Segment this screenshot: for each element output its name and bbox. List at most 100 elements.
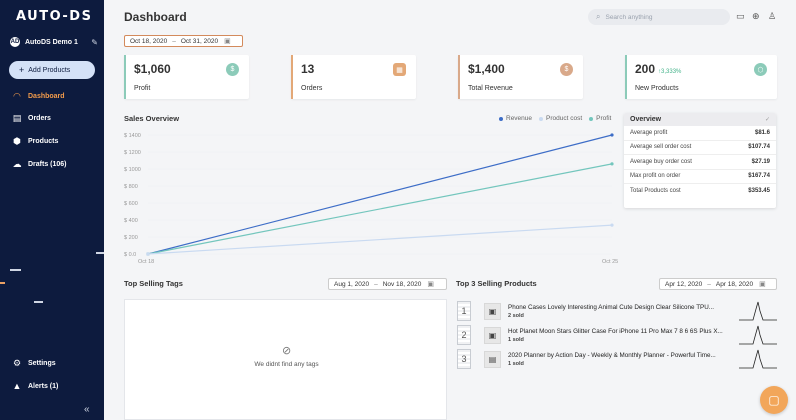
data-point[interactable]	[610, 162, 614, 166]
tags-date-range-picker[interactable]: Aug 1, 2020 – Nov 18, 2020 ▣	[328, 278, 447, 290]
date-range-picker[interactable]: Oct 18, 2020 – Oct 31, 2020 ▣	[124, 35, 243, 47]
clipboard-icon: ▦	[393, 63, 406, 76]
products-date-range-picker[interactable]: Apr 12, 2020 – Apr 18, 2020 ▣	[659, 278, 777, 290]
sidebar-item-drafts[interactable]: ☁ Drafts (106)	[12, 158, 67, 170]
overview-panel: Overview ✓ Average profit $81.6 Average s…	[624, 113, 776, 208]
y-tick-label: $ 1200	[124, 150, 141, 156]
sidebar-item-dashboard[interactable]: ◠ Dashboard	[12, 90, 65, 102]
edit-icon[interactable]: ✓	[765, 116, 770, 123]
product-row[interactable]: 2 ▣ Hot Planet Moon Stars Glitter Case F…	[455, 325, 777, 345]
store-avatar: AD	[10, 37, 20, 47]
card-accent	[625, 55, 627, 99]
collapse-sidebar-icon[interactable]: «	[84, 404, 90, 415]
legend-item-revenue[interactable]: Revenue	[499, 115, 532, 122]
series-line-revenue	[147, 134, 613, 255]
stat-label: New Products	[635, 85, 679, 92]
data-point[interactable]	[610, 223, 614, 227]
sidebar: AUTO-DS AD AutoDS Demo 1 ✎ + Add Product…	[0, 0, 104, 420]
support-chat-button[interactable]: ▢	[760, 386, 788, 414]
empty-state-text: We didnt find any tags	[254, 361, 319, 368]
stat-value: $1,400	[468, 62, 505, 76]
product-row[interactable]: 3 ▤ 2020 Planner by Action Day - Weekly …	[455, 349, 777, 369]
overview-label: Average sell order cost	[630, 144, 692, 151]
store-selector[interactable]: AD AutoDS Demo 1 ✎	[10, 36, 98, 48]
sidebar-item-label: Settings	[28, 359, 56, 367]
date-separator: –	[707, 280, 711, 288]
gear-icon: ⚙	[12, 357, 22, 368]
y-tick-label: $ 200	[124, 235, 138, 241]
sidebar-item-label: Products	[28, 137, 59, 145]
overview-label: Total Products cost	[630, 188, 681, 195]
date-from: Oct 18, 2020	[130, 37, 168, 45]
overview-value: $167.74	[748, 173, 770, 180]
search-icon: ⌕	[596, 12, 601, 21]
stat-value: 200 ↑3,333%	[635, 62, 682, 76]
overview-value: $353.45	[748, 188, 770, 195]
calendar-icon: ▣	[427, 281, 434, 288]
legend-item-profit[interactable]: Profit	[589, 115, 611, 122]
overview-row: Average sell order cost $107.74	[624, 141, 776, 155]
stat-card-orders: 13 Orders ▦	[291, 55, 416, 99]
chart-legend: Revenue Product cost Profit	[492, 115, 611, 122]
search-placeholder: Search anything	[605, 13, 653, 21]
series-line-profit	[147, 163, 613, 255]
product-name[interactable]: 2020 Planner by Action Day - Weekly & Mo…	[508, 352, 731, 359]
overview-row: Average buy order cost $27.19	[624, 155, 776, 170]
overview-row: Average profit $81.6	[624, 126, 776, 141]
sidebar-item-settings[interactable]: ⚙ Settings	[12, 357, 56, 369]
y-tick-label: $ 0.0	[124, 252, 136, 258]
chat-icon[interactable]: ▭	[736, 11, 745, 22]
sidebar-divider	[96, 252, 104, 254]
sales-sparkline	[739, 301, 777, 321]
stat-card-profit: $1,060 Profit $	[124, 55, 249, 99]
data-point[interactable]	[610, 133, 614, 137]
sidebar-item-label: Drafts (106)	[28, 160, 67, 168]
product-rank: 2	[457, 325, 471, 345]
legend-dot	[499, 116, 503, 121]
legend-item-product-cost[interactable]: Product cost	[539, 115, 582, 122]
chat-bubble-icon: ▢	[768, 393, 780, 407]
stat-card-new-products: 200 ↑3,333% New Products ⬡	[625, 55, 777, 99]
sidebar-divider	[10, 269, 21, 271]
series-line-product-cost	[147, 224, 613, 255]
x-tick-label: Oct 25	[602, 259, 618, 265]
box-icon: ⬢	[13, 135, 21, 146]
stat-label: Total Revenue	[468, 85, 513, 92]
legend-dot	[539, 116, 544, 121]
overview-value: $27.19	[751, 158, 770, 165]
sidebar-item-products[interactable]: ⬢ Products	[12, 135, 58, 147]
sidebar-item-orders[interactable]: ▤ Orders	[12, 112, 51, 124]
gauge-icon: ◠	[13, 90, 21, 101]
sidebar-item-alerts[interactable]: ▲ Alerts (1)	[12, 380, 59, 392]
user-icon[interactable]: ♙	[768, 11, 776, 22]
top-products-title: Top 3 Selling Products	[456, 279, 537, 288]
no-tags-icon: ⊘	[282, 345, 292, 357]
product-name[interactable]: Hot Planet Moon Stars Glitter Case For i…	[508, 328, 731, 335]
pencil-icon[interactable]: ✎	[91, 38, 98, 47]
help-icon[interactable]: ⊕	[752, 11, 760, 22]
date-from: Apr 12, 2020	[665, 280, 703, 288]
product-row[interactable]: 1 ▣ Phone Cases Lovely Interesting Anima…	[455, 301, 777, 321]
product-name[interactable]: Phone Cases Lovely Interesting Animal Cu…	[508, 304, 731, 311]
stat-value: 13	[301, 62, 315, 76]
date-to: Oct 31, 2020	[180, 37, 219, 45]
product-thumbnail: ▣	[484, 303, 501, 320]
sidebar-item-label: Orders	[28, 114, 51, 122]
card-accent	[124, 55, 126, 99]
page-title: Dashboard	[124, 10, 187, 24]
stat-card-revenue: $1,400 Total Revenue $	[458, 55, 583, 99]
autods-logo[interactable]: AUTO-DS	[16, 9, 92, 24]
data-point[interactable]	[146, 252, 150, 256]
search-input[interactable]: ⌕ Search anything	[588, 9, 730, 25]
date-separator: –	[374, 280, 378, 288]
product-thumbnail: ▤	[484, 351, 501, 368]
dollar-badge-icon: $	[226, 63, 239, 76]
date-separator: –	[172, 37, 176, 45]
stat-label: Profit	[134, 85, 151, 92]
y-tick-label: $ 400	[124, 218, 138, 224]
legend-label: Profit	[596, 115, 612, 122]
sidebar-divider	[34, 301, 43, 303]
date-to: Nov 18, 2020	[382, 280, 422, 288]
add-products-button[interactable]: + Add Products	[9, 61, 95, 79]
top-selling-tags-title: Top Selling Tags	[124, 279, 183, 288]
